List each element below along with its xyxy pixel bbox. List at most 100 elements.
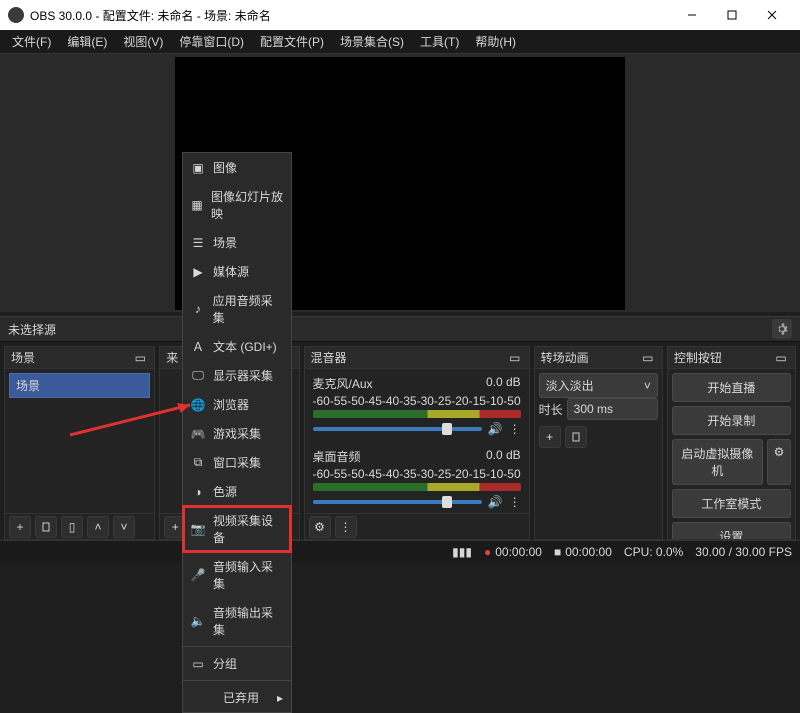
source-menu-item[interactable]: ▶ 媒体源: [183, 257, 291, 286]
volume-slider[interactable]: [313, 427, 482, 431]
menu-item[interactable]: 配置文件(P): [252, 33, 332, 50]
dock-icon[interactable]: ▭: [773, 350, 789, 366]
scene-filter-button[interactable]: ▯: [61, 516, 83, 538]
scene-down-button[interactable]: ˅: [113, 516, 135, 538]
preview-settings-button[interactable]: [772, 319, 792, 339]
mic-icon: 🎤: [191, 568, 205, 582]
transition-value: 淡入淡出: [546, 377, 594, 394]
duration-label: 时长: [539, 401, 563, 418]
menu-item-label: 已弃用: [223, 689, 259, 706]
menu-item[interactable]: 帮助(H): [467, 33, 524, 50]
menu-item-label: 音频输出采集: [213, 604, 283, 638]
mixer-channel: 桌面音频0.0 dB -60-55-50-45-40-35-30-25-20-1…: [309, 446, 525, 511]
globe-icon: 🌐: [191, 398, 205, 412]
play-icon: ▶: [191, 265, 205, 279]
source-menu-item[interactable]: ◑色源: [183, 477, 291, 506]
source-menu-item[interactable]: 🖵显示器采集: [183, 361, 291, 390]
source-menu-item[interactable]: ⧉窗口采集: [183, 448, 291, 477]
menu-item[interactable]: 编辑(E): [59, 33, 115, 50]
menu-item-label: 文本 (GDI+): [213, 338, 277, 355]
channel-db: 0.0 dB: [486, 448, 521, 465]
menu-item-label: 图像: [213, 159, 237, 176]
maximize-button[interactable]: [712, 0, 752, 30]
source-menu-item[interactable]: ▦图像幻灯片放映: [183, 182, 291, 228]
source-menu-item[interactable]: ☰ 场景: [183, 228, 291, 257]
cpu-usage: CPU: 0.0%: [624, 545, 683, 559]
preview-area[interactable]: [0, 54, 800, 312]
transition-select[interactable]: 淡入淡出˅: [539, 373, 658, 398]
remove-scene-button[interactable]: [35, 516, 57, 538]
channel-menu-button[interactable]: ⋮: [509, 495, 521, 509]
mixer-settings-button[interactable]: ⚙: [309, 516, 331, 538]
mixer-channel: 麦克风/Aux0.0 dB -60-55-50-45-40-35-30-25-2…: [309, 373, 525, 438]
menu-item[interactable]: 视图(V): [115, 33, 171, 50]
add-scene-button[interactable]: +: [9, 516, 31, 538]
source-menu-item[interactable]: ▭分组: [183, 649, 291, 678]
source-menu-item[interactable]: 🎤 音频输入采集: [183, 552, 291, 598]
source-menu-item[interactable]: Ａ 文本 (GDI+): [183, 332, 291, 361]
duration-input[interactable]: 300 ms: [567, 398, 658, 420]
controls-panel: 控制按钮▭ 开始直播 开始录制 启动虚拟摄像机 ⚙ 工作室模式 设置 退出: [667, 346, 796, 540]
scenes-panel: 场景▭ 场景 + ▯ ˄ ˅: [4, 346, 155, 540]
channel-name: 麦克风/Aux: [313, 375, 373, 392]
controls-title: 控制按钮: [674, 349, 773, 366]
menu-item-label: 场景: [213, 234, 237, 251]
image-icon: ▣: [191, 161, 205, 175]
remove-transition-button[interactable]: [565, 426, 587, 448]
minimize-button[interactable]: [672, 0, 712, 30]
live-square-icon: ■: [554, 545, 561, 559]
menu-item[interactable]: 场景集合(S): [332, 33, 412, 50]
fps-display: 30.00 / 30.00 FPS: [695, 545, 792, 559]
volume-meter: [313, 410, 521, 418]
source-menu-item[interactable]: 📷视频采集设备: [183, 506, 291, 552]
mixer-menu-button[interactable]: ⋮: [335, 516, 357, 538]
dock-icon[interactable]: ▭: [640, 350, 656, 366]
source-menu-item[interactable]: ▣ 图像: [183, 153, 291, 182]
add-transition-button[interactable]: +: [539, 426, 561, 448]
source-menu-item[interactable]: 🔈音频输出采集: [183, 598, 291, 644]
menu-item-label: 窗口采集: [213, 454, 261, 471]
statusbar: ▮▮▮ ●00:00:00 ■00:00:00 CPU: 0.0% 30.00 …: [0, 540, 800, 562]
rec-dot-icon: ●: [484, 545, 491, 559]
source-menu-item[interactable]: 已弃用 ▸: [183, 683, 291, 712]
virtual-camera-button[interactable]: 启动虚拟摄像机: [672, 439, 763, 485]
start-recording-button[interactable]: 开始录制: [672, 406, 791, 435]
chevron-right-icon: ▸: [277, 691, 283, 705]
transitions-panel: 转场动画▭ 淡入淡出˅ 时长 300 ms +: [534, 346, 663, 540]
virtual-camera-settings-button[interactable]: ⚙: [767, 439, 791, 485]
start-streaming-button[interactable]: 开始直播: [672, 373, 791, 402]
volume-meter: [313, 483, 521, 491]
list-icon: ☰: [191, 236, 205, 250]
source-menu-item[interactable]: 🎮游戏采集: [183, 419, 291, 448]
close-button[interactable]: [752, 0, 792, 30]
menu-item-label: 视频采集设备: [213, 512, 283, 546]
monitor-icon: 🖵: [191, 369, 205, 383]
menu-item-label: 媒体源: [213, 263, 249, 280]
channel-db: 0.0 dB: [486, 375, 521, 392]
scene-item[interactable]: 场景: [9, 373, 150, 398]
menu-item[interactable]: 文件(F): [4, 33, 59, 50]
source-menu-item[interactable]: 🌐浏览器: [183, 390, 291, 419]
menu-item-label: 音频输入采集: [213, 558, 283, 592]
volume-slider[interactable]: [313, 500, 482, 504]
live-time: 00:00:00: [565, 545, 612, 559]
channel-menu-button[interactable]: ⋮: [509, 422, 521, 436]
dock-icon[interactable]: ▭: [507, 350, 523, 366]
speaker-icon[interactable]: 🔊: [488, 422, 503, 436]
scenes-title: 场景: [11, 349, 132, 366]
gamepad-icon: 🎮: [191, 427, 205, 441]
settings-button[interactable]: 设置: [672, 522, 791, 539]
app-icon: [8, 7, 24, 23]
-icon: [191, 691, 205, 705]
studio-mode-button[interactable]: 工作室模式: [672, 489, 791, 518]
no-source-bar: 未选择源: [0, 316, 800, 342]
dock-icon[interactable]: ▭: [132, 350, 148, 366]
source-menu-item[interactable]: ♪应用音频采集: [183, 286, 291, 332]
scene-up-button[interactable]: ˄: [87, 516, 109, 538]
speaker-icon[interactable]: 🔊: [488, 495, 503, 509]
menu-item[interactable]: 工具(T): [412, 33, 467, 50]
menu-item-label: 分组: [213, 655, 237, 672]
menu-item[interactable]: 停靠窗口(D): [171, 33, 252, 50]
channel-name: 桌面音频: [313, 448, 361, 465]
text-icon: Ａ: [191, 340, 205, 354]
